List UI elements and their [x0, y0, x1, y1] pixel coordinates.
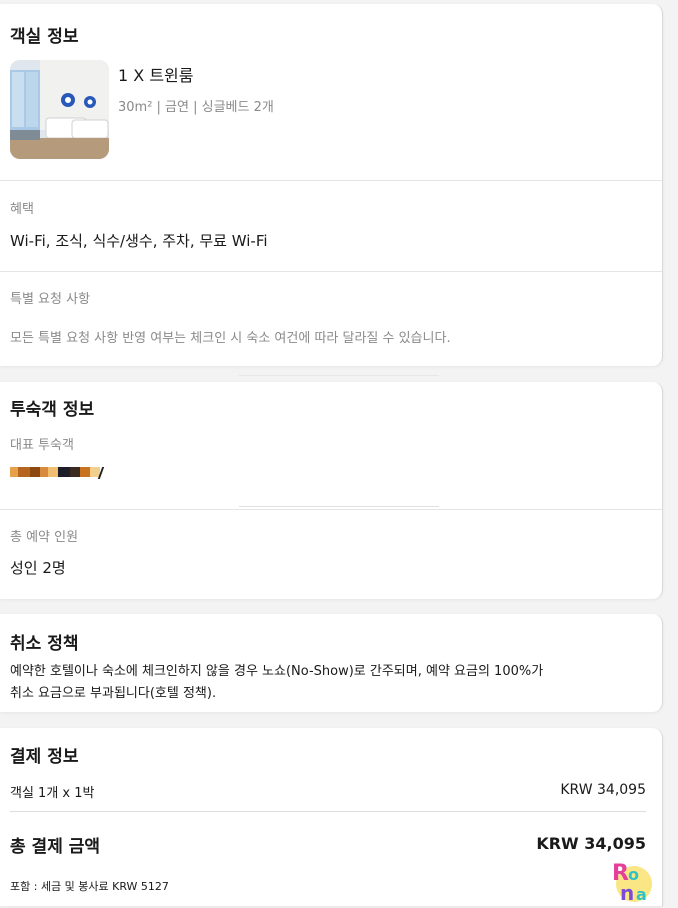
- lead-guest-name-redacted: [10, 467, 100, 477]
- payment-card: 결제 정보 객실 1개 x 1박 KRW 34,095 총 결제 금액 KRW …: [0, 728, 663, 906]
- total-guests-value: 성인 2명: [10, 559, 66, 577]
- guest-info-title: 투숙객 정보: [10, 400, 95, 420]
- cancellation-text-line2: 취소 요금으로 부과됩니다(호텔 정책).: [10, 686, 217, 701]
- room-info-card: 객실 정보 1 X 트윈룸 30m² | 금연 | 싱글베드 2개 혜택 Wi-…: [0, 4, 663, 366]
- special-request-label: 특별 요청 사항: [10, 292, 91, 307]
- room-details: 30m² | 금연 | 싱글베드 2개: [118, 100, 274, 115]
- payment-title: 결제 정보: [10, 747, 79, 767]
- hotel-room-photo: [10, 60, 109, 159]
- total-label: 총 결제 금액: [10, 837, 101, 857]
- svg-text:a: a: [636, 885, 647, 904]
- room-line-amount: KRW 34,095: [560, 782, 646, 798]
- scroll-divider: [239, 506, 439, 507]
- special-request-note: 모든 특별 요청 사항 반영 여부는 체크인 시 숙소 여건에 따라 달라질 수…: [10, 331, 451, 346]
- benefits-value: Wi-Fi, 조식, 식수/생수, 주차, 무료 Wi-Fi: [10, 232, 268, 250]
- room-info-title: 객실 정보: [10, 27, 79, 47]
- divider: [0, 271, 662, 272]
- cancellation-title: 취소 정책: [10, 634, 79, 654]
- lead-guest-label: 대표 투숙객: [10, 438, 74, 453]
- cancellation-text-line1: 예약한 호텔이나 숙소에 체크인하지 않을 경우 노쇼(No-Show)로 간주…: [10, 664, 544, 679]
- watermark-logo-icon: R o n a: [606, 856, 656, 905]
- cancellation-card: 취소 정책 예약한 호텔이나 숙소에 체크인하지 않을 경우 노쇼(No-Sho…: [0, 614, 663, 712]
- room-line-label: 객실 1개 x 1박: [10, 786, 95, 801]
- divider: [0, 180, 662, 181]
- svg-text:n: n: [620, 881, 634, 904]
- divider: [10, 811, 646, 812]
- room-name: 1 X 트윈룸: [118, 66, 194, 85]
- tax-note: 포함 : 세금 및 봉사료 KRW 5127: [10, 880, 169, 893]
- scroll-divider: [239, 375, 439, 376]
- benefits-label: 혜택: [10, 202, 34, 217]
- total-guests-label: 총 예약 인원: [10, 530, 79, 545]
- divider: [0, 509, 662, 510]
- guest-info-card: 투숙객 정보 대표 투숙객 총 예약 인원 성인 2명: [0, 382, 663, 599]
- total-amount: KRW 34,095: [536, 834, 646, 853]
